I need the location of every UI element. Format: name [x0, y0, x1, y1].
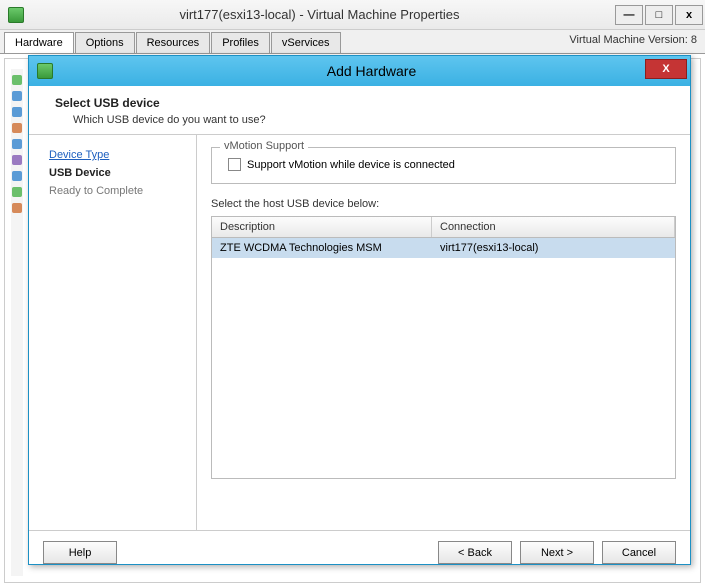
- tab-hardware[interactable]: Hardware: [4, 32, 74, 53]
- col-connection[interactable]: Connection: [432, 217, 675, 237]
- dialog-heading: Select USB device: [55, 96, 674, 110]
- usb-device-table: Description Connection ZTE WCDMA Technol…: [211, 216, 676, 479]
- next-button[interactable]: Next >: [520, 541, 594, 564]
- vmotion-checkbox-row: Support vMotion while device is connecte…: [222, 158, 665, 171]
- dialog-content: vMotion Support Support vMotion while de…: [197, 135, 690, 530]
- dialog-footer: Help < Back Next > Cancel: [29, 530, 690, 574]
- wizard-step-ready: Ready to Complete: [49, 185, 186, 197]
- wizard-steps: Device Type USB Device Ready to Complete: [29, 135, 197, 530]
- vmotion-checkbox[interactable]: [228, 158, 241, 171]
- window-controls: — □ x: [615, 5, 705, 25]
- parent-window-title: virt177(esxi13-local) - Virtual Machine …: [24, 7, 615, 22]
- device-icon: [12, 123, 22, 133]
- vmotion-legend: vMotion Support: [220, 140, 308, 152]
- wizard-step-usb-device: USB Device: [49, 167, 186, 179]
- hardware-device-strip: [11, 69, 23, 576]
- vmotion-checkbox-label: Support vMotion while device is connecte…: [247, 159, 455, 171]
- cell-connection: virt177(esxi13-local): [432, 238, 675, 258]
- dialog-body: Device Type USB Device Ready to Complete…: [29, 135, 690, 530]
- vsphere-icon: [8, 7, 24, 23]
- parent-tabs: Hardware Options Resources Profiles vSer…: [0, 30, 705, 54]
- parent-titlebar: virt177(esxi13-local) - Virtual Machine …: [0, 0, 705, 30]
- vm-version-label: Virtual Machine Version: 8: [569, 34, 697, 46]
- add-hardware-dialog: Add Hardware X Select USB device Which U…: [28, 55, 691, 565]
- table-row[interactable]: ZTE WCDMA Technologies MSM virt177(esxi1…: [212, 238, 675, 258]
- device-icon: [12, 91, 22, 101]
- cell-description: ZTE WCDMA Technologies MSM: [212, 238, 432, 258]
- tab-profiles[interactable]: Profiles: [211, 32, 270, 53]
- maximize-button[interactable]: □: [645, 5, 673, 25]
- minimize-button[interactable]: —: [615, 5, 643, 25]
- dialog-titlebar: Add Hardware X: [29, 56, 690, 86]
- wizard-step-device-type[interactable]: Device Type: [49, 149, 186, 161]
- help-button[interactable]: Help: [43, 541, 117, 564]
- device-icon: [12, 139, 22, 149]
- device-icon: [12, 171, 22, 181]
- device-icon: [12, 75, 22, 85]
- dialog-title: Add Hardware: [53, 63, 690, 79]
- device-icon: [12, 107, 22, 117]
- cancel-button[interactable]: Cancel: [602, 541, 676, 564]
- col-description[interactable]: Description: [212, 217, 432, 237]
- tab-vservices[interactable]: vServices: [271, 32, 341, 53]
- device-icon: [12, 155, 22, 165]
- dialog-header: Select USB device Which USB device do yo…: [29, 86, 690, 135]
- close-button[interactable]: x: [675, 5, 703, 25]
- dialog-subheading: Which USB device do you want to use?: [55, 114, 674, 126]
- tab-options[interactable]: Options: [75, 32, 135, 53]
- vsphere-icon: [37, 63, 53, 79]
- device-icon: [12, 187, 22, 197]
- select-device-label: Select the host USB device below:: [211, 198, 676, 210]
- back-button[interactable]: < Back: [438, 541, 512, 564]
- tab-resources[interactable]: Resources: [136, 32, 211, 53]
- table-header: Description Connection: [212, 217, 675, 238]
- dialog-close-button[interactable]: X: [645, 59, 687, 79]
- table-body[interactable]: ZTE WCDMA Technologies MSM virt177(esxi1…: [212, 238, 675, 478]
- vmotion-support-group: vMotion Support Support vMotion while de…: [211, 147, 676, 184]
- device-icon: [12, 203, 22, 213]
